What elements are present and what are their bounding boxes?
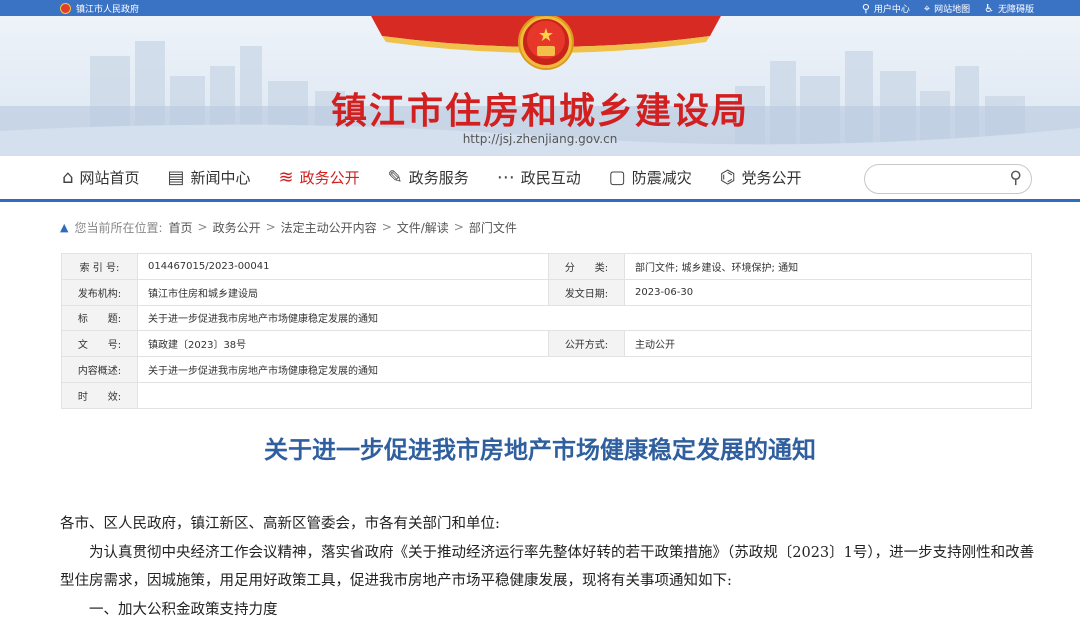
article-salutation: 各市、区人民政府，镇江新区、高新区管委会，市各有关部门和单位:: [60, 516, 500, 532]
site-banner: 镇江市住房和城乡建设局 http://jsj.zhenjiang.gov.cn: [0, 16, 1080, 156]
meta-value: 2023-06-30: [624, 278, 1032, 306]
meta-value: [137, 381, 1032, 409]
party-icon: ⌬: [719, 167, 736, 188]
nav-news[interactable]: ▤ 新闻中心: [167, 156, 250, 199]
user-center-link[interactable]: ⚲ 用户中心: [862, 2, 910, 15]
meta-value: 关于进一步促进我市房地产市场健康稳定发展的通知: [137, 304, 1032, 332]
table-row: 索 引 号: 014467015/2023-00041 分 类: 部门文件; 城…: [61, 253, 1032, 280]
main-nav: ⌂ 网站首页 ▤ 新闻中心 ≋ 政务公开 ✎ 政务服务 ⋯ 政民互动 ▢ 防震减…: [0, 156, 1080, 202]
table-row: 内容概述: 关于进一步促进我市房地产市场健康稳定发展的通知: [61, 356, 1032, 383]
nav-party[interactable]: ⌬ 党务公开: [720, 156, 802, 199]
document-icon: ✎: [387, 167, 403, 188]
gov-name: 镇江市人民政府: [76, 4, 140, 15]
location-pin-icon: ⌖: [923, 1, 931, 15]
nav-disaster[interactable]: ▢ 防震减灾: [609, 156, 692, 199]
meta-value: 关于进一步促进我市房地产市场健康稳定发展的通知: [137, 356, 1032, 383]
meta-key: 分 类:: [548, 253, 625, 280]
meta-key: 索 引 号:: [61, 253, 138, 280]
square-icon: ▢: [608, 167, 626, 188]
search-box: ⚲: [864, 164, 1032, 194]
article-paragraph: 为认真贯彻中央经济工作会议精神，落实省政府《关于推动经济运行率先整体好转的若干政…: [60, 544, 1035, 590]
breadcrumb-item[interactable]: 政务公开: [213, 219, 261, 236]
meta-value: 镇政建〔2023〕38号: [137, 330, 549, 358]
top-utility-bar: 镇江市人民政府 ⚲ 用户中心 ⌖ 网站地图 ♿ 无障碍版: [0, 0, 1080, 16]
table-row: 时 效:: [61, 381, 1032, 409]
breadcrumb: ▲ 您当前所在位置: 首页 > 政务公开 > 法定主动公开内容 > 文件/解读 > 部门…: [60, 219, 517, 236]
meta-key: 时 效:: [61, 381, 138, 409]
meta-value: 部门文件; 城乡建设、环境保护; 通知: [624, 253, 1032, 280]
home-icon: ⌂: [62, 167, 74, 188]
meta-key: 内容概述:: [61, 356, 138, 383]
nav-gov-affairs[interactable]: ≋ 政务公开: [278, 156, 359, 199]
breadcrumb-item[interactable]: 文件/解读: [397, 219, 449, 236]
article-body: 各市、区人民政府，镇江新区、高新区管委会，市各有关部门和单位: 为认真贯彻中央经…: [60, 510, 1035, 624]
meta-value: 主动公开: [624, 330, 1032, 358]
search-icon[interactable]: ⚲: [1010, 168, 1022, 188]
emblem-mini-icon: [60, 2, 71, 14]
site-title: 镇江市住房和城乡建设局: [330, 91, 749, 132]
accessibility-link[interactable]: ♿ 无障碍版: [984, 2, 1034, 15]
user-icon: ⚲: [861, 1, 870, 15]
nav-home[interactable]: ⌂ 网站首页: [62, 156, 139, 199]
nav-interaction[interactable]: ⋯ 政民互动: [497, 156, 581, 199]
table-row: 发布机构: 镇江市住房和城乡建设局 发文日期: 2023-06-30: [61, 278, 1032, 306]
gov-link[interactable]: 镇江市人民政府: [60, 2, 139, 15]
breadcrumb-item[interactable]: 部门文件: [469, 219, 517, 236]
article-heading: 一、加大公积金政策支持力度: [89, 601, 278, 618]
article-title: 关于进一步促进我市房地产市场健康稳定发展的通知: [264, 436, 816, 464]
document-meta-table: 索 引 号: 014467015/2023-00041 分 类: 部门文件; 城…: [61, 253, 1032, 409]
site-url: http://jsj.zhenjiang.gov.cn: [462, 132, 618, 146]
breadcrumb-item[interactable]: 法定主动公开内容: [281, 219, 377, 236]
search-input[interactable]: [879, 171, 999, 189]
meta-key: 发布机构:: [61, 278, 138, 306]
national-emblem-icon: [520, 16, 572, 68]
nav-services[interactable]: ✎ 政务服务: [388, 156, 469, 199]
meta-value: 014467015/2023-00041: [137, 253, 549, 280]
meta-key: 发文日期:: [548, 278, 625, 306]
meta-key: 文 号:: [61, 330, 138, 358]
layers-icon: ≋: [278, 167, 294, 188]
meta-value: 镇江市住房和城乡建设局: [137, 278, 549, 306]
meta-key: 公开方式:: [548, 330, 625, 358]
breadcrumb-label: 您当前所在位置:: [74, 220, 163, 235]
table-row: 标 题: 关于进一步促进我市房地产市场健康稳定发展的通知: [61, 304, 1032, 332]
accessibility-icon: ♿: [984, 1, 994, 15]
home-small-icon: ▲: [60, 220, 69, 234]
news-icon: ▤: [167, 167, 185, 188]
chat-icon: ⋯: [496, 167, 515, 188]
breadcrumb-item[interactable]: 首页: [169, 219, 193, 236]
sitemap-link[interactable]: ⌖ 网站地图: [924, 2, 970, 15]
meta-key: 标 题:: [61, 304, 138, 332]
table-row: 文 号: 镇政建〔2023〕38号 公开方式: 主动公开: [61, 330, 1032, 358]
